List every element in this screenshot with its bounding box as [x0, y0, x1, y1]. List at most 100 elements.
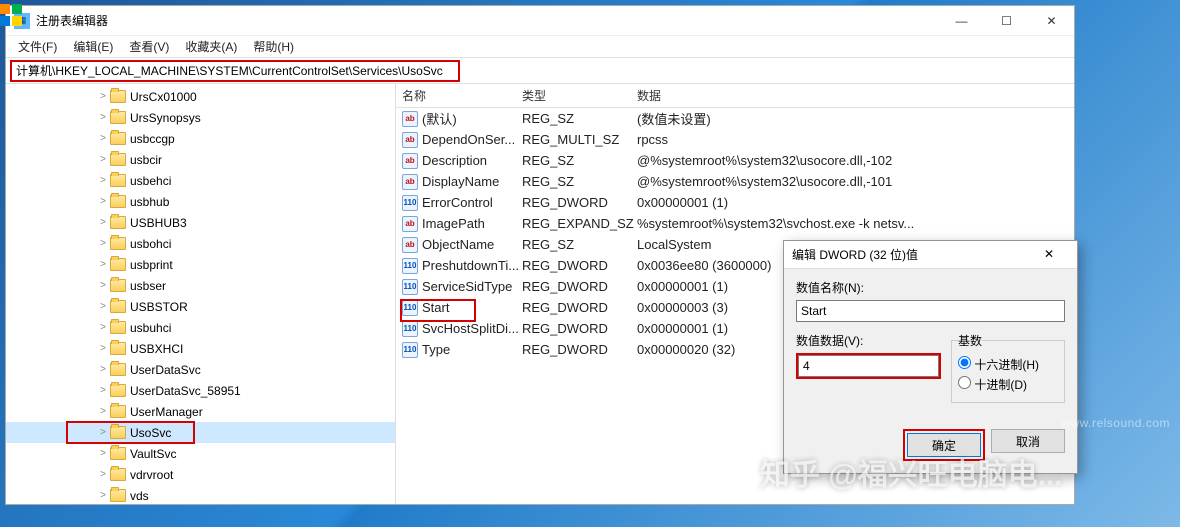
expand-icon[interactable]: >: [96, 427, 110, 438]
header-type[interactable]: 类型: [522, 87, 637, 104]
address-path[interactable]: 计算机\HKEY_LOCAL_MACHINE\SYSTEM\CurrentCon…: [16, 62, 443, 79]
expand-icon[interactable]: >: [96, 154, 110, 165]
expand-icon[interactable]: >: [96, 196, 110, 207]
tree-item[interactable]: > vds: [6, 485, 395, 504]
registry-tree[interactable]: >UrsCx01000>UrsSynopsys>usbccgp>usbcir>u…: [6, 84, 396, 504]
tree-item[interactable]: > UserManager: [6, 401, 395, 422]
value-type: REG_SZ: [522, 237, 637, 252]
menu-help[interactable]: 帮助(H): [247, 36, 300, 57]
value-row[interactable]: abDependOnSer...REG_MULTI_SZrpcss: [396, 129, 1074, 150]
expand-icon[interactable]: >: [96, 238, 110, 249]
tree-item-label: UserManager: [130, 405, 203, 419]
value-type-icon: 110: [402, 321, 418, 337]
close-button[interactable]: ✕: [1029, 7, 1074, 35]
value-data-input[interactable]: [798, 355, 939, 377]
value-type-icon: 110: [402, 279, 418, 295]
menu-view[interactable]: 查看(V): [123, 36, 175, 57]
folder-icon: [110, 300, 126, 313]
value-name: ImagePath: [422, 216, 485, 231]
tree-item[interactable]: >VaultSvc: [6, 443, 395, 464]
value-name-input[interactable]: [796, 300, 1065, 322]
value-row[interactable]: abDisplayNameREG_SZ@%systemroot%\system3…: [396, 171, 1074, 192]
radix-hex-radio[interactable]: [958, 356, 971, 369]
folder-icon: [110, 321, 126, 334]
tree-item-label: vds: [130, 489, 149, 503]
tree-item[interactable]: >USBHUB3: [6, 212, 395, 233]
expand-icon[interactable]: >: [96, 343, 110, 354]
folder-icon: [110, 90, 126, 103]
expand-icon[interactable]: >: [96, 112, 110, 123]
folder-icon: [110, 258, 126, 271]
tree-item[interactable]: > USBSTOR: [6, 296, 395, 317]
value-row[interactable]: abDescriptionREG_SZ@%systemroot%\system3…: [396, 150, 1074, 171]
dialog-close-button[interactable]: ✕: [1029, 242, 1069, 268]
expand-icon[interactable]: >: [96, 91, 110, 102]
value-type-icon: ab: [402, 216, 418, 232]
expand-icon[interactable]: >: [96, 133, 110, 144]
tree-item[interactable]: >UrsCx01000: [6, 86, 395, 107]
tree-item[interactable]: >usbhub: [6, 191, 395, 212]
tree-item-label: usbehci: [130, 174, 171, 188]
tree-item[interactable]: >usbccgp: [6, 128, 395, 149]
menu-file[interactable]: 文件(F): [12, 36, 63, 57]
expand-icon[interactable]: >: [96, 364, 110, 375]
minimize-button[interactable]: —: [939, 7, 984, 35]
value-row[interactable]: ab(默认)REG_SZ(数值未设置): [396, 108, 1074, 129]
cancel-button[interactable]: 取消: [991, 429, 1065, 453]
tree-item[interactable]: >vdrvroot: [6, 464, 395, 485]
value-row[interactable]: abImagePathREG_EXPAND_SZ%systemroot%\sys…: [396, 213, 1074, 234]
menu-edit[interactable]: 编辑(E): [67, 36, 119, 57]
expand-icon[interactable]: >: [96, 322, 110, 333]
tree-item[interactable]: >usbohci: [6, 233, 395, 254]
folder-icon: [110, 111, 126, 124]
tree-item-label: usbuhci: [130, 321, 171, 335]
tree-item[interactable]: >usbprint: [6, 254, 395, 275]
tree-item[interactable]: > UrsSynopsys: [6, 107, 395, 128]
tree-item[interactable]: >UserDataSvc_58951: [6, 380, 395, 401]
menu-favorites[interactable]: 收藏夹(A): [179, 36, 243, 57]
header-data[interactable]: 数据: [637, 87, 1074, 104]
tree-item[interactable]: > usbehci: [6, 170, 395, 191]
expand-icon[interactable]: >: [96, 217, 110, 228]
value-name: ObjectName: [422, 237, 494, 252]
header-name[interactable]: 名称: [402, 87, 522, 104]
expand-icon[interactable]: >: [96, 406, 110, 417]
radix-dec-option[interactable]: 十进制(D): [958, 376, 1058, 393]
expand-icon[interactable]: >: [96, 448, 110, 459]
radix-hex-option[interactable]: 十六进制(H): [958, 356, 1058, 373]
tree-item-label: USBSTOR: [130, 300, 188, 314]
value-data-label: 数值数据(V):: [796, 332, 941, 349]
maximize-button[interactable]: ☐: [984, 7, 1029, 35]
value-type-icon: ab: [402, 174, 418, 190]
tree-item-label: usbser: [130, 279, 166, 293]
value-name: Description: [422, 153, 487, 168]
tree-item-label: UrsSynopsys: [130, 111, 201, 125]
expand-icon[interactable]: >: [96, 385, 110, 396]
tree-item[interactable]: >USBXHCI: [6, 338, 395, 359]
radix-dec-radio[interactable]: [958, 376, 971, 389]
value-row[interactable]: 110ErrorControlREG_DWORD0x00000001 (1): [396, 192, 1074, 213]
expand-icon[interactable]: >: [96, 469, 110, 480]
tree-item[interactable]: > usbser: [6, 275, 395, 296]
dialog-buttons: 确定 取消: [796, 429, 1065, 461]
dialog-title-bar[interactable]: 编辑 DWORD (32 位)值 ✕: [784, 241, 1077, 269]
tree-item[interactable]: >UserDataSvc: [6, 359, 395, 380]
tree-item[interactable]: >usbcir: [6, 149, 395, 170]
title-bar[interactable]: ▦ 注册表编辑器 — ☐ ✕: [6, 6, 1074, 36]
tree-item[interactable]: > usbuhci: [6, 317, 395, 338]
value-type-icon: ab: [402, 237, 418, 253]
folder-icon: [110, 489, 126, 502]
folder-icon: [110, 363, 126, 376]
expand-icon[interactable]: >: [96, 301, 110, 312]
expand-icon[interactable]: >: [96, 175, 110, 186]
value-name-label: 数值名称(N):: [796, 279, 1065, 296]
value-data: (数值未设置): [637, 109, 1074, 128]
expand-icon[interactable]: >: [96, 280, 110, 291]
ok-button[interactable]: 确定: [907, 433, 981, 457]
value-type-icon: 110: [402, 342, 418, 358]
dialog-body: 数值名称(N): 数值数据(V): 基数 十六进制(H) 十进制(D) 确定: [784, 269, 1077, 473]
tree-item[interactable]: >UsoSvc: [6, 422, 395, 443]
value-name: ErrorControl: [422, 195, 493, 210]
expand-icon[interactable]: >: [96, 490, 110, 501]
expand-icon[interactable]: >: [96, 259, 110, 270]
